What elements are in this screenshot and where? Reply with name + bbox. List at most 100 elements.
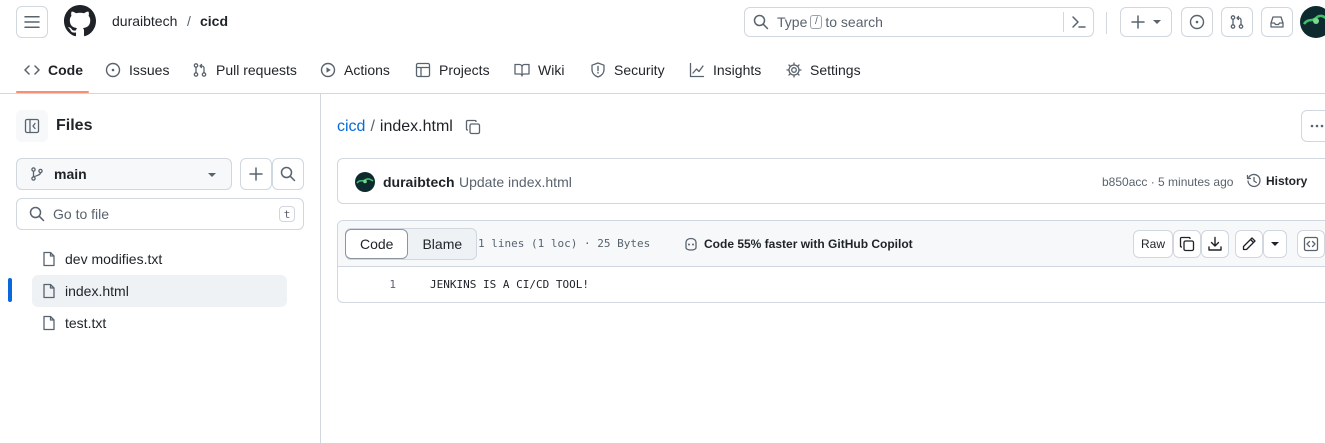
history-button[interactable]: History <box>1246 173 1307 189</box>
copilot-promo[interactable]: Code 55% faster with GitHub Copilot <box>683 236 913 252</box>
play-icon <box>320 62 336 78</box>
go-to-file-placeholder: Go to file <box>53 206 110 222</box>
tab-label: Code <box>48 62 83 78</box>
history-icon <box>1246 173 1261 188</box>
file-tree-sidebar: Files main Go to file t dev modifies.txt… <box>0 94 321 443</box>
commit-author[interactable]: duraibtech <box>383 174 455 190</box>
copilot-icon <box>685 237 697 251</box>
file-tree-item[interactable]: dev modifies.txt <box>32 243 287 275</box>
file-tree-item-selected[interactable]: index.html <box>32 275 287 307</box>
menu-button[interactable] <box>16 6 48 38</box>
commit-sha-time[interactable]: b850acc · 5 minutes ago <box>1102 175 1233 189</box>
tab-settings[interactable]: Settings <box>786 60 861 80</box>
copy-icon[interactable] <box>465 119 481 135</box>
inbox-button[interactable] <box>1261 7 1293 37</box>
issue-opened-icon <box>105 62 121 78</box>
file-icon <box>43 315 55 331</box>
tab-code-view[interactable]: Code <box>345 229 409 259</box>
kebab-horizontal-icon <box>1310 124 1324 128</box>
file-icon <box>43 283 55 299</box>
file-name: dev modifies.txt <box>65 251 163 267</box>
blame-view-label: Blame <box>422 236 463 252</box>
latest-commit-box: duraibtech Update index.html b850acc · 5… <box>337 158 1325 204</box>
table-icon <box>415 62 431 78</box>
go-to-file-input[interactable]: Go to file t <box>16 198 304 230</box>
issues-button[interactable] <box>1181 7 1213 37</box>
triangle-down-icon <box>208 173 216 177</box>
active-tab-indicator <box>16 91 89 93</box>
gear-icon <box>786 62 802 78</box>
sidebar-title: Files <box>56 117 93 134</box>
search-input[interactable]: Type / to search <box>744 7 1094 37</box>
tab-pull-requests[interactable]: Pull requests <box>192 60 297 80</box>
tab-label: Projects <box>439 62 490 78</box>
file-breadcrumb: cicd / index.html <box>337 116 481 138</box>
line-number[interactable]: 1 <box>382 278 396 291</box>
edit-button[interactable] <box>1235 230 1263 258</box>
divider <box>1063 12 1064 32</box>
commit-message[interactable]: Update index.html <box>459 174 572 190</box>
owner-link[interactable]: duraibtech <box>112 13 177 29</box>
collapse-sidebar-button[interactable] <box>16 110 48 142</box>
search-suffix: to search <box>825 14 883 30</box>
tab-security[interactable]: Security <box>590 60 665 80</box>
commit-author-avatar[interactable] <box>355 172 375 192</box>
symbols-panel-button[interactable] <box>1297 230 1325 258</box>
command-palette-icon[interactable] <box>1071 14 1087 30</box>
file-name: test.txt <box>65 315 107 331</box>
plus-icon <box>1131 15 1145 29</box>
more-options-button[interactable] <box>1301 110 1325 142</box>
branch-name: main <box>54 166 87 182</box>
breadcrumb-separator: / <box>187 13 191 29</box>
download-button[interactable] <box>1201 230 1229 258</box>
breadcrumb-repo-link[interactable]: cicd <box>337 118 365 136</box>
tab-blame-view[interactable]: Blame <box>408 229 476 259</box>
selected-marker <box>8 278 12 302</box>
divider <box>1106 12 1107 34</box>
global-header: duraibtech / cicd Type / to search <box>0 0 1325 46</box>
shield-icon <box>591 62 605 78</box>
tab-label: Issues <box>129 62 170 78</box>
tab-actions[interactable]: Actions <box>320 60 390 80</box>
create-new-button[interactable] <box>1120 7 1172 37</box>
git-pull-request-icon <box>1230 15 1244 29</box>
triangle-down-icon <box>1153 20 1161 24</box>
hamburger-icon <box>24 16 40 28</box>
tab-code[interactable]: Code <box>24 60 83 80</box>
copy-raw-button[interactable] <box>1173 230 1201 258</box>
branch-selector[interactable]: main <box>16 158 232 190</box>
tab-label: Pull requests <box>216 62 297 78</box>
tab-issues[interactable]: Issues <box>105 60 169 80</box>
file-toolbar: Code Blame 1 lines (1 loc) · 25 Bytes Co… <box>338 221 1325 267</box>
avatar[interactable] <box>1300 6 1325 38</box>
file-tree-item[interactable]: test.txt <box>32 307 287 339</box>
issue-opened-icon <box>1189 14 1205 30</box>
tab-label: Actions <box>344 62 390 78</box>
repo-link[interactable]: cicd <box>200 13 228 29</box>
graph-icon <box>689 62 705 78</box>
breadcrumb-separator: / <box>370 118 375 135</box>
history-label: History <box>1266 174 1308 188</box>
search-icon <box>753 14 769 30</box>
code-view-label: Code <box>360 236 394 252</box>
tab-wiki[interactable]: Wiki <box>514 60 564 80</box>
git-branch-icon <box>31 167 43 181</box>
raw-button[interactable]: Raw <box>1133 230 1173 258</box>
triangle-down-icon <box>1271 242 1279 246</box>
book-icon <box>514 63 530 77</box>
code-icon <box>24 65 40 75</box>
edit-options-button[interactable] <box>1263 230 1287 258</box>
pull-requests-button[interactable] <box>1221 7 1253 37</box>
inbox-icon <box>1270 16 1284 28</box>
add-file-button[interactable] <box>240 158 272 190</box>
github-logo-icon[interactable] <box>64 5 96 37</box>
tab-projects[interactable]: Projects <box>415 60 490 80</box>
copy-icon <box>1179 236 1195 252</box>
download-icon <box>1208 236 1222 251</box>
tab-insights[interactable]: Insights <box>689 60 761 80</box>
file-name: index.html <box>65 283 129 299</box>
search-files-button[interactable] <box>272 158 304 190</box>
copilot-label: Code 55% faster with GitHub Copilot <box>704 237 913 251</box>
tab-label: Insights <box>713 62 762 78</box>
tab-label: Security <box>614 62 665 78</box>
